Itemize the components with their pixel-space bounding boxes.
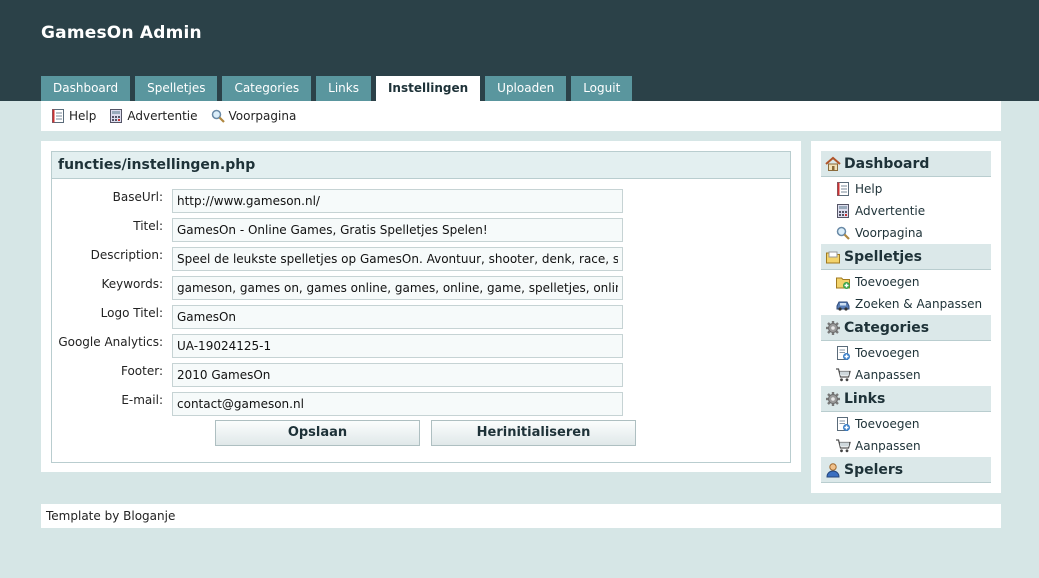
footer: Template by Bloganje <box>41 504 1001 528</box>
email-label: E-mail: <box>121 393 163 407</box>
subnav-voorpagina-link[interactable]: Voorpagina <box>210 108 297 124</box>
tab-spelletjes[interactable]: Spelletjes <box>135 76 218 101</box>
user-icon <box>826 462 840 477</box>
field-row-google-analytics: Google Analytics: <box>52 334 792 358</box>
header: GamesOn Admin Dashboard Spelletjes Categ… <box>0 0 1039 101</box>
google-analytics-input[interactable] <box>172 334 623 358</box>
subnav-advertentie-link[interactable]: Advertentie <box>108 108 198 124</box>
sidebar-item-links-aanpassen-label: Aanpassen <box>855 439 921 453</box>
description-input[interactable] <box>172 247 623 271</box>
subnav-help-label: Help <box>69 109 97 123</box>
titel-label: Titel: <box>133 219 163 233</box>
reset-button[interactable]: Herinitialiseren <box>431 420 636 446</box>
main-panel: functies/instellingen.php BaseUrl: Titel… <box>41 141 801 472</box>
add-page-icon <box>837 346 850 360</box>
folder-icon <box>826 251 840 263</box>
sidebar-section-spelletjes[interactable]: Spelletjes <box>821 244 991 270</box>
cart-icon <box>836 368 851 382</box>
field-row-titel: Titel: <box>52 218 792 242</box>
field-row-logo-titel: Logo Titel: <box>52 305 792 329</box>
sidebar-item-categories-toevoegen-label: Toevoegen <box>855 346 920 360</box>
subnav-voorpagina-label: Voorpagina <box>228 109 297 123</box>
sidebar-item-advertentie[interactable]: Advertentie <box>835 202 925 220</box>
sidebar-item-categories-toevoegen[interactable]: Toevoegen <box>835 344 919 362</box>
sidebar-item-categories-aanpassen-label: Aanpassen <box>855 368 921 382</box>
keywords-input[interactable] <box>172 276 623 300</box>
sidebar-item-links-toevoegen-label: Toevoegen <box>855 417 920 431</box>
sidebar-section-dashboard[interactable]: Dashboard <box>821 151 991 177</box>
sidebar-item-voorpagina-label: Voorpagina <box>855 226 923 240</box>
sidebar-item-advertentie-label: Advertentie <box>855 204 926 218</box>
settings-form: functies/instellingen.php BaseUrl: Titel… <box>51 151 791 463</box>
sidebar-section-spelers[interactable]: Spelers <box>821 457 991 483</box>
magnifier-icon <box>836 226 850 240</box>
main-tabs: Dashboard Spelletjes Categories Links In… <box>41 76 637 101</box>
sidebar-item-voorpagina[interactable]: Voorpagina <box>835 224 923 242</box>
sidebar-section-spelletjes-label: Spelletjes <box>844 248 923 265</box>
home-icon <box>825 156 841 171</box>
sidebar-item-spelletjes-toevoegen-label: Toevoegen <box>855 275 920 289</box>
logo-titel-input[interactable] <box>172 305 623 329</box>
sidebar-item-zoeken-aanpassen[interactable]: Zoeken & Aanpassen <box>835 295 982 313</box>
sidebar-section-categories[interactable]: Categories <box>821 315 991 341</box>
footer-input[interactable] <box>172 363 623 387</box>
app-title: GamesOn Admin <box>41 23 202 43</box>
description-label: Description: <box>90 248 163 262</box>
sidebar-section-dashboard-label: Dashboard <box>844 155 930 172</box>
gear-icon <box>826 320 840 335</box>
tab-links[interactable]: Links <box>316 76 371 101</box>
sub-navigation: Help Advertentie Voorpagina <box>41 101 1001 131</box>
sidebar-item-zoeken-aanpassen-label: Zoeken & Aanpassen <box>855 297 983 311</box>
document-icon <box>52 109 64 123</box>
field-row-email: E-mail: <box>52 392 792 416</box>
gear-icon <box>826 391 840 406</box>
field-row-description: Description: <box>52 247 792 271</box>
sidebar-section-spelers-label: Spelers <box>844 461 904 478</box>
calculator-icon <box>837 204 849 218</box>
sidebar-item-help[interactable]: Help <box>835 180 882 198</box>
sidebar-item-help-label: Help <box>855 182 883 196</box>
titel-input[interactable] <box>172 218 623 242</box>
baseurl-input[interactable] <box>172 189 623 213</box>
logo-titel-label: Logo Titel: <box>100 306 163 320</box>
add-page-icon <box>837 417 850 431</box>
sidebar: Dashboard Help Advertentie Voorpagina Sp… <box>811 141 1001 493</box>
footer-label: Footer: <box>120 364 163 378</box>
cart-icon <box>836 439 851 453</box>
sidebar-item-spelletjes-toevoegen[interactable]: Toevoegen <box>835 273 919 291</box>
calculator-icon <box>110 109 123 123</box>
document-icon <box>837 182 849 196</box>
footer-author-link[interactable]: Bloganje <box>123 509 175 523</box>
footer-template-text: Template <box>46 509 101 523</box>
subnav-advertentie-label: Advertentie <box>127 109 198 123</box>
sidebar-item-links-toevoegen[interactable]: Toevoegen <box>835 415 919 433</box>
sidebar-section-links-label: Links <box>844 390 886 407</box>
footer-by-text: by <box>104 509 120 523</box>
tab-categories[interactable]: Categories <box>222 76 312 101</box>
add-folder-icon <box>836 277 850 289</box>
tab-dashboard[interactable]: Dashboard <box>41 76 131 101</box>
tab-loguit[interactable]: Loguit <box>571 76 633 101</box>
google-analytics-label: Google Analytics: <box>58 335 163 349</box>
sidebar-item-links-aanpassen[interactable]: Aanpassen <box>835 437 921 455</box>
keywords-label: Keywords: <box>101 277 163 291</box>
tab-instellingen[interactable]: Instellingen <box>375 76 481 101</box>
baseurl-label: BaseUrl: <box>112 190 163 204</box>
tab-uploaden[interactable]: Uploaden <box>485 76 567 101</box>
field-row-keywords: Keywords: <box>52 276 792 300</box>
field-row-baseurl: BaseUrl: <box>52 189 792 213</box>
field-row-footer: Footer: <box>52 363 792 387</box>
email-input[interactable] <box>172 392 623 416</box>
car-icon <box>836 301 850 311</box>
magnifier-icon <box>211 109 225 123</box>
sidebar-section-categories-label: Categories <box>844 319 930 336</box>
sidebar-item-categories-aanpassen[interactable]: Aanpassen <box>835 366 921 384</box>
sidebar-section-links[interactable]: Links <box>821 386 991 412</box>
form-title: functies/instellingen.php <box>52 152 790 179</box>
subnav-help-link[interactable]: Help <box>50 108 96 124</box>
save-button[interactable]: Opslaan <box>215 420 420 446</box>
